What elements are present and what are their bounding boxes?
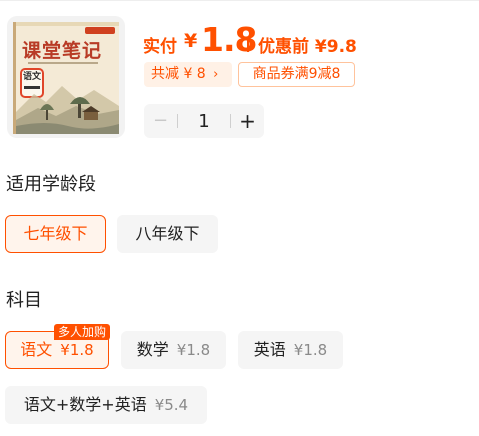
popular-badge: 多人加购: [54, 324, 111, 340]
top-divider: [0, 0, 479, 1]
option-price: ¥1.8: [60, 341, 94, 359]
option-label: 语文: [20, 340, 53, 359]
price-label: 实付: [143, 37, 177, 57]
book-title: 课堂笔记: [22, 40, 103, 62]
subject-section-title: 科目: [6, 290, 42, 311]
book-cover: 课堂笔记 语文: [13, 22, 119, 134]
grade-option-8-down[interactable]: 八年级下: [117, 215, 218, 253]
option-label: 数学: [136, 340, 169, 359]
option-price: ¥1.8: [176, 341, 211, 359]
option-price: ¥5.4: [154, 396, 189, 414]
decrease-button[interactable]: −: [144, 104, 177, 138]
product-image[interactable]: 课堂笔记 语文: [7, 16, 125, 138]
subject-option-math[interactable]: 数学 ¥1.8: [121, 331, 226, 369]
option-label: 七年级下: [23, 224, 88, 243]
price-separator: [247, 38, 249, 52]
original-price: 优惠前 ¥9.8: [258, 37, 357, 57]
subject-option-bundle[interactable]: 语文+数学+英语 ¥5.4: [5, 386, 207, 424]
currency-symbol: ¥: [184, 30, 198, 52]
discount-chip[interactable]: 共减 ¥ 8 ›: [144, 62, 232, 87]
chevron-right-icon: ›: [213, 67, 219, 82]
option-label: 八年级下: [135, 224, 200, 243]
option-label: 英语: [253, 340, 286, 359]
increase-button[interactable]: +: [231, 104, 264, 138]
grade-section-title: 适用学龄段: [6, 174, 96, 195]
landscape-illustration: [16, 86, 119, 134]
book-corner-tag: [85, 27, 115, 34]
grade-option-7-down[interactable]: 七年级下: [5, 215, 106, 253]
coupon-chip[interactable]: 商品券满9减8: [238, 62, 355, 87]
quantity-value[interactable]: 1: [178, 104, 230, 138]
option-label: 语文+数学+英语: [23, 395, 147, 414]
option-price: ¥1.8: [293, 341, 328, 359]
quantity-stepper: − 1 +: [144, 104, 264, 138]
subject-option-chinese[interactable]: 多人加购 语文 ¥1.8: [5, 324, 111, 369]
subject-option-english[interactable]: 英语 ¥1.8: [238, 331, 343, 369]
